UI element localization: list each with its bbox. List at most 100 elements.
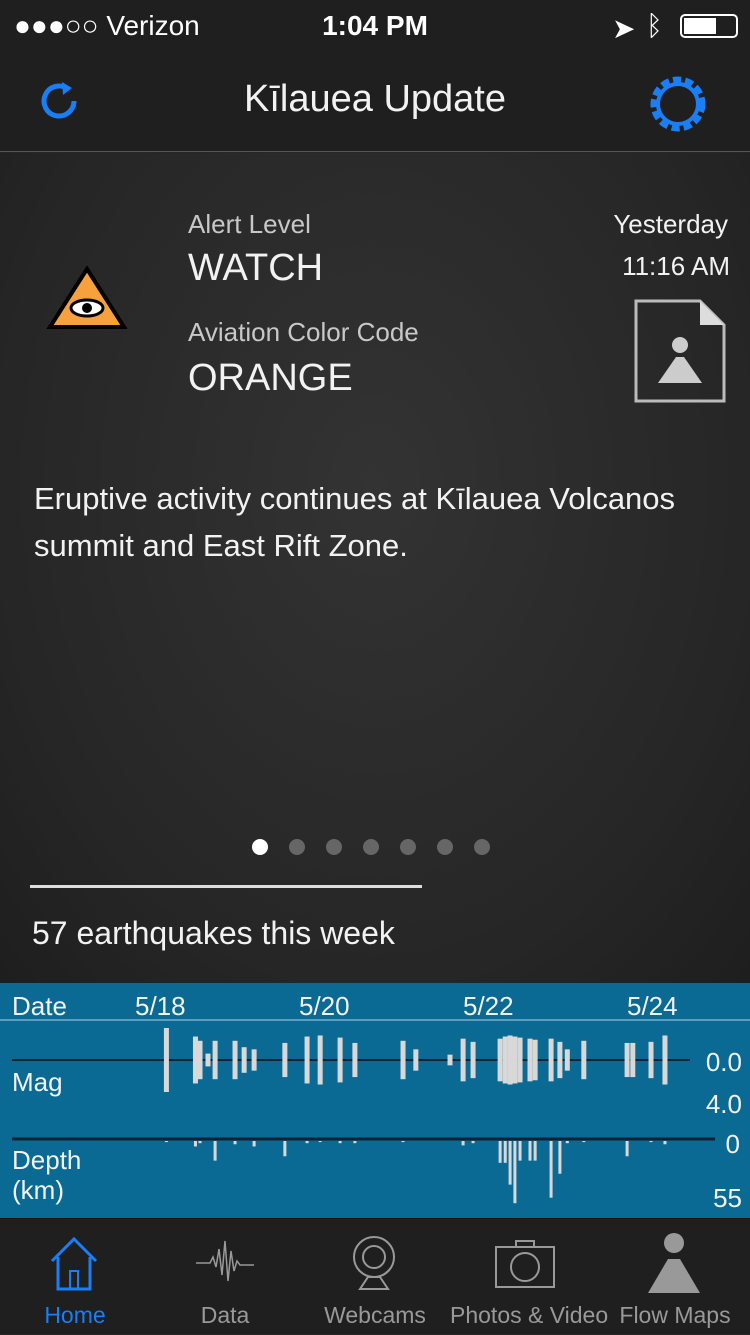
tab-label: Photos & Video bbox=[450, 1302, 609, 1328]
date-tick: 5/24 bbox=[627, 991, 678, 1021]
depth-bar bbox=[513, 1141, 517, 1204]
depth-bar bbox=[582, 1141, 586, 1143]
page-dot[interactable] bbox=[437, 839, 453, 855]
tab-photos-video[interactable]: Photos & Video bbox=[450, 1219, 609, 1335]
mag-bar bbox=[304, 1036, 310, 1084]
depth-bar bbox=[649, 1141, 653, 1143]
gear-icon[interactable] bbox=[646, 72, 710, 136]
tab-data[interactable]: Data bbox=[150, 1219, 300, 1335]
page-dot[interactable] bbox=[474, 839, 490, 855]
page-dot[interactable] bbox=[289, 839, 305, 855]
mag-bar bbox=[282, 1042, 288, 1078]
mag-bar bbox=[532, 1039, 538, 1081]
depth-bar bbox=[498, 1141, 502, 1163]
depth-bar bbox=[213, 1141, 217, 1161]
mag-bar bbox=[447, 1054, 453, 1066]
depth-bar bbox=[338, 1141, 342, 1144]
mag-bar bbox=[413, 1049, 419, 1071]
depth-bar bbox=[549, 1141, 553, 1198]
page-title: Kīlauea Update bbox=[244, 78, 506, 120]
mag-bar bbox=[163, 1028, 169, 1092]
mag-bar bbox=[517, 1037, 523, 1083]
mag-bar bbox=[581, 1040, 587, 1080]
date-tick: 5/18 bbox=[135, 991, 186, 1021]
depth-bar bbox=[318, 1141, 322, 1143]
mag-bar bbox=[497, 1038, 503, 1082]
depth-bar bbox=[283, 1141, 287, 1157]
tab-label: Data bbox=[200, 1302, 250, 1328]
bluetooth-icon: ᛒ bbox=[646, 10, 663, 41]
page-dot[interactable] bbox=[326, 839, 342, 855]
tab-label: Webcams bbox=[324, 1302, 426, 1328]
tab-webcams[interactable]: Webcams bbox=[300, 1219, 450, 1335]
mag-bar bbox=[630, 1042, 636, 1078]
earthquake-count: 57 earthquakes this week bbox=[32, 915, 395, 951]
alert-date: Yesterday bbox=[613, 209, 728, 239]
mag-bar bbox=[470, 1041, 476, 1079]
camera-icon bbox=[495, 1240, 555, 1288]
mag-bar bbox=[512, 1036, 518, 1084]
page-indicator[interactable] bbox=[252, 839, 490, 855]
mag-bar bbox=[192, 1036, 198, 1084]
mag-bar bbox=[502, 1036, 508, 1084]
mag-bar bbox=[507, 1035, 513, 1085]
alert-card[interactable]: Alert Level WATCH Aviation Color Code OR… bbox=[0, 153, 750, 983]
depth-bar bbox=[461, 1141, 465, 1146]
depth-bar bbox=[252, 1141, 256, 1147]
depth-bar bbox=[565, 1141, 569, 1144]
mag-bar bbox=[460, 1038, 466, 1082]
location-icon: ➤ bbox=[612, 13, 636, 44]
mag-bar bbox=[564, 1049, 570, 1071]
aviation-code-value: ORANGE bbox=[188, 357, 353, 399]
divider bbox=[30, 885, 422, 888]
depth-bar bbox=[533, 1141, 537, 1161]
clock: 1:04 PM bbox=[322, 10, 428, 41]
page-dot[interactable] bbox=[252, 839, 268, 855]
mag-bar bbox=[648, 1041, 654, 1079]
mag-bar bbox=[317, 1035, 323, 1085]
volcano-document-icon[interactable] bbox=[634, 299, 726, 403]
battery-icon bbox=[680, 14, 738, 38]
webcam-icon bbox=[353, 1236, 395, 1290]
depth-bar bbox=[518, 1141, 522, 1161]
depth-bar bbox=[353, 1141, 357, 1144]
eye-triangle-icon bbox=[46, 265, 128, 329]
depth-bar bbox=[663, 1141, 667, 1145]
tab-home[interactable]: Home bbox=[0, 1219, 150, 1335]
mag-bar bbox=[527, 1038, 533, 1082]
depth-bar bbox=[198, 1141, 202, 1144]
depth-bar bbox=[528, 1141, 532, 1161]
depth-bar bbox=[401, 1141, 405, 1143]
depth-bar bbox=[503, 1141, 507, 1163]
page-dot[interactable] bbox=[363, 839, 379, 855]
depth-bar bbox=[558, 1141, 562, 1174]
tab-flow-maps[interactable]: Flow Maps bbox=[600, 1219, 750, 1335]
activity-description: Eruptive activity continues at Kīlauea V… bbox=[34, 481, 676, 563]
mag-bar bbox=[197, 1040, 203, 1080]
alert-level-label: Alert Level bbox=[188, 209, 311, 239]
mag-bar bbox=[212, 1040, 218, 1080]
mag-bar bbox=[624, 1042, 630, 1078]
depth-bar bbox=[193, 1141, 197, 1147]
depth-bar bbox=[508, 1141, 512, 1185]
earthquake-chart[interactable]: Date Mag 0.0 4.0 Depth (km) 0 55 5/18 5/2… bbox=[0, 983, 750, 1218]
mag-bar bbox=[548, 1038, 554, 1082]
tab-label: Flow Maps bbox=[619, 1302, 731, 1328]
volcano-icon bbox=[648, 1233, 700, 1293]
seismogram-icon bbox=[196, 1240, 254, 1282]
date-tick: 5/20 bbox=[299, 991, 350, 1021]
aviation-code-label: Aviation Color Code bbox=[188, 317, 419, 347]
mag-bar bbox=[557, 1041, 563, 1079]
page-dot[interactable] bbox=[400, 839, 416, 855]
alert-level-value: WATCH bbox=[188, 247, 324, 289]
mag-bar bbox=[400, 1040, 406, 1080]
mag-bar bbox=[251, 1049, 257, 1071]
home-icon bbox=[50, 1236, 98, 1291]
mag-bar bbox=[205, 1053, 211, 1067]
alert-time: 11:16 AM bbox=[622, 251, 730, 281]
depth-bar bbox=[164, 1141, 168, 1143]
date-tick: 5/22 bbox=[463, 991, 514, 1021]
tab-bar: Home Data Webcams Photos & Video Flow Maps bbox=[0, 1218, 750, 1334]
depth-bar bbox=[305, 1141, 309, 1144]
tab-label: Home bbox=[44, 1302, 106, 1328]
